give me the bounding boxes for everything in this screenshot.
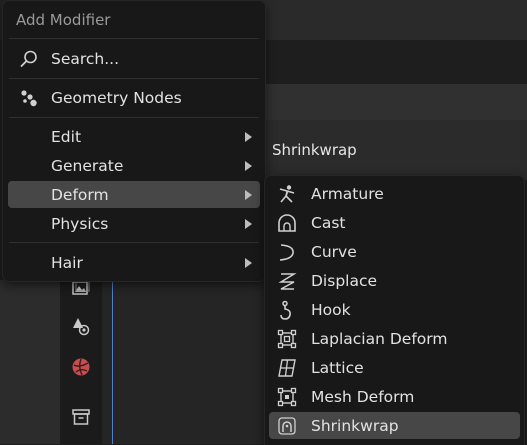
submenu-item-label: Curve bbox=[311, 242, 357, 261]
laplacian-deform-icon bbox=[277, 329, 297, 349]
menu-item-generate[interactable]: Generate bbox=[8, 152, 260, 179]
menu-separator bbox=[9, 78, 259, 79]
submenu-item-label: Mesh Deform bbox=[311, 387, 415, 406]
curve-icon bbox=[277, 242, 297, 262]
search-label: Search... bbox=[51, 49, 120, 68]
displace-icon bbox=[277, 271, 297, 291]
menu-search[interactable]: Search... bbox=[8, 45, 260, 72]
submenu-item-laplacian-deform[interactable]: Laplacian Deform bbox=[269, 325, 520, 352]
submenu-item-label: Lattice bbox=[311, 358, 364, 377]
menu-item-label: Edit bbox=[51, 127, 82, 146]
menu-separator bbox=[9, 242, 259, 243]
geometry-nodes-icon bbox=[19, 88, 39, 108]
menu-item-label: Physics bbox=[51, 214, 109, 233]
submenu-item-displace[interactable]: Displace bbox=[269, 267, 520, 294]
world-properties-icon[interactable] bbox=[66, 352, 96, 382]
active-tab-indicator-line bbox=[112, 280, 113, 444]
submenu-arrow-icon bbox=[245, 219, 252, 229]
submenu-item-lattice[interactable]: Lattice bbox=[269, 354, 520, 381]
submenu-item-cast[interactable]: Cast bbox=[269, 209, 520, 236]
properties-content-area bbox=[102, 280, 266, 444]
submenu-item-label: Hook bbox=[311, 300, 351, 319]
submenu-arrow-icon bbox=[245, 132, 252, 142]
submenu-item-label: Armature bbox=[311, 184, 384, 203]
menu-item-hair[interactable]: Hair bbox=[8, 249, 260, 276]
collection-properties-icon[interactable] bbox=[66, 402, 96, 432]
menu-item-physics[interactable]: Physics bbox=[8, 210, 260, 237]
armature-icon bbox=[277, 184, 297, 204]
geometry-nodes-label: Geometry Nodes bbox=[51, 88, 182, 107]
search-icon bbox=[19, 49, 39, 69]
submenu-arrow-icon bbox=[245, 161, 252, 171]
submenu-arrow-icon bbox=[245, 190, 252, 200]
submenu-item-label: Cast bbox=[311, 213, 346, 232]
submenu-item-label: Laplacian Deform bbox=[311, 329, 448, 348]
viewport-area[interactable] bbox=[0, 280, 60, 444]
submenu-item-hook[interactable]: Hook bbox=[269, 296, 520, 323]
submenu-arrow-icon bbox=[245, 258, 252, 268]
menu-item-label: Generate bbox=[51, 156, 124, 175]
menu-item-edit[interactable]: Edit bbox=[8, 123, 260, 150]
top-header-strip bbox=[260, 0, 527, 40]
menu-item-deform[interactable]: Deform bbox=[8, 181, 260, 208]
menu-item-geometry-nodes[interactable]: Geometry Nodes bbox=[8, 84, 260, 111]
deform-submenu: Armature Cast Curve Displace Hook Laplac… bbox=[264, 175, 525, 445]
submenu-item-label: Displace bbox=[311, 271, 378, 290]
mesh-deform-icon bbox=[277, 387, 297, 407]
submenu-item-armature[interactable]: Armature bbox=[269, 180, 520, 207]
menu-separator bbox=[9, 38, 259, 39]
menu-separator bbox=[9, 117, 259, 118]
menu-item-label: Deform bbox=[51, 185, 109, 204]
physics-properties-icon[interactable] bbox=[66, 311, 96, 341]
modifier-panel-title[interactable]: Shrinkwrap bbox=[272, 141, 357, 159]
add-modifier-menu: Add Modifier Search... Geometry Nodes Ed… bbox=[2, 0, 266, 282]
submenu-item-curve[interactable]: Curve bbox=[269, 238, 520, 265]
menu-item-label: Hair bbox=[51, 253, 83, 272]
submenu-item-shrinkwrap[interactable]: Shrinkwrap bbox=[269, 412, 520, 439]
lattice-icon bbox=[277, 358, 297, 378]
menu-title: Add Modifier bbox=[16, 11, 111, 29]
cast-icon bbox=[277, 213, 297, 233]
submenu-item-label: Shrinkwrap bbox=[311, 416, 399, 435]
hook-icon bbox=[277, 300, 297, 320]
shrinkwrap-icon bbox=[277, 416, 297, 436]
submenu-item-mesh-deform[interactable]: Mesh Deform bbox=[269, 383, 520, 410]
properties-header bbox=[260, 84, 527, 120]
